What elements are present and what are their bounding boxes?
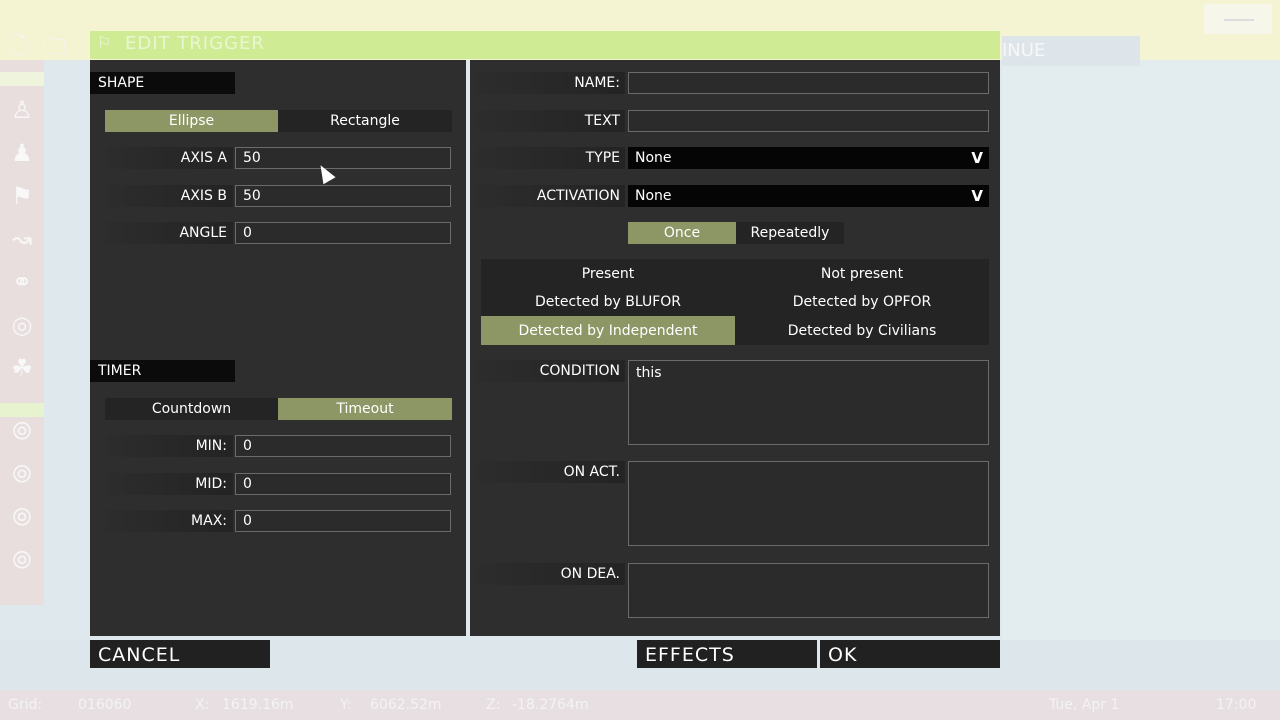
angle-label: ANGLE [179, 225, 227, 241]
timer-max-label: MAX: [191, 513, 227, 529]
condition-detected-independent[interactable]: Detected by Independent [481, 316, 735, 345]
text-input[interactable] [628, 110, 989, 132]
x-value: 1619.16m [222, 697, 294, 713]
timer-header: TIMER [90, 360, 235, 382]
modules-icon[interactable]: ⦾ [4, 495, 40, 538]
timer-min-label: MIN: [195, 438, 227, 454]
unit-icon[interactable]: ♙ [4, 88, 40, 131]
type-select-value: None [635, 150, 672, 166]
cancel-button[interactable]: CANCEL [90, 640, 270, 668]
on-act-label: ON ACT. [563, 464, 620, 480]
on-dea-label: ON DEA. [560, 566, 620, 582]
effects-button[interactable]: EFFECTS [637, 640, 817, 668]
status-bar: Grid: 016060 X: 1619.16m Y: 6062.52m Z: … [0, 690, 1280, 720]
chevron-down-icon: V [971, 187, 983, 205]
activation-label: ACTIVATION [536, 188, 620, 204]
axis-b-input[interactable]: 50 [235, 185, 451, 207]
grid-value: 016060 [78, 697, 132, 713]
timer-max-input[interactable]: 0 [235, 510, 451, 532]
ok-button[interactable]: OK [820, 640, 1000, 668]
editor-side-toolbar: ♙ ♟ ⚑ ↝ ⚭ ◎ ☘ ⦾ ⦾ ⦾ ⦾ [4, 88, 40, 581]
timer-mid-input[interactable]: 0 [235, 473, 451, 495]
marker-icon[interactable]: ◎ [4, 303, 40, 346]
waypoint-icon[interactable]: ↝ [4, 217, 40, 260]
grid-label: Grid: [8, 697, 43, 713]
condition-textarea[interactable]: this [628, 360, 989, 445]
modules-icon[interactable]: ⦾ [4, 538, 40, 581]
trigger-flag-icon[interactable]: ⚑ [4, 174, 40, 217]
z-value: -18.2764m [512, 697, 589, 713]
z-label: Z: [486, 697, 501, 713]
time-value: 17:00 [1216, 697, 1257, 713]
rectangle-option[interactable]: Rectangle [278, 110, 452, 132]
condition-not-present[interactable]: Not present [735, 259, 989, 288]
on-act-textarea[interactable] [628, 461, 989, 546]
axis-a-label: AXIS A [180, 150, 227, 166]
ellipse-option[interactable]: Ellipse [105, 110, 278, 132]
menu-button[interactable] [1204, 4, 1272, 34]
group-icon[interactable]: ♟ [4, 131, 40, 174]
repeatedly-option[interactable]: Repeatedly [736, 222, 844, 244]
once-option[interactable]: Once [628, 222, 736, 244]
name-label: NAME: [574, 75, 620, 91]
modules-icon[interactable]: ⦾ [4, 409, 40, 452]
file-toolbar: 🗋 🗀 [4, 32, 68, 64]
date-value: Tue, Apr 1 [1049, 697, 1120, 713]
activation-select-value: None [635, 188, 672, 204]
condition-detected-blufor[interactable]: Detected by BLUFOR [481, 288, 735, 316]
new-file-icon[interactable]: 🗋 [4, 32, 32, 64]
condition-detected-civilians[interactable]: Detected by Civilians [735, 316, 989, 345]
activation-select[interactable]: None V [628, 185, 989, 207]
menu-icon [1224, 19, 1254, 21]
timeout-option[interactable]: Timeout [278, 398, 452, 420]
timer-toggle: Countdown Timeout [105, 398, 452, 420]
type-label: TYPE [585, 150, 620, 166]
axis-b-label: AXIS B [180, 188, 227, 204]
timer-mid-label: MID: [195, 476, 227, 492]
type-select[interactable]: None V [628, 147, 989, 169]
map-background-band [0, 72, 44, 86]
modules-icon[interactable]: ⦾ [4, 452, 40, 495]
angle-input[interactable]: 0 [235, 222, 451, 244]
open-folder-icon[interactable]: 🗀 [40, 32, 68, 64]
flag-icon: ⚐ [97, 33, 112, 52]
condition-detected-opfor[interactable]: Detected by OPFOR [735, 288, 989, 316]
axis-a-input[interactable]: 50 [235, 147, 451, 169]
x-label: X: [195, 697, 210, 713]
chevron-down-icon: V [971, 149, 983, 167]
shape-header: SHAPE [90, 72, 235, 94]
map-background-right [1002, 60, 1280, 640]
on-dea-textarea[interactable] [628, 563, 989, 618]
text-label: TEXT [584, 113, 620, 129]
activation-condition-grid: Present Not present Detected by BLUFOR D… [481, 259, 989, 345]
shape-toggle: Ellipse Rectangle [105, 110, 452, 132]
y-value: 6062.52m [370, 697, 442, 713]
sync-link-icon[interactable]: ⚭ [4, 260, 40, 303]
condition-present[interactable]: Present [481, 259, 735, 288]
dialog-title: EDIT TRIGGER [125, 33, 265, 54]
name-input[interactable] [628, 72, 989, 94]
module-icon[interactable]: ☘ [4, 346, 40, 389]
continue-button[interactable]: INUE [1002, 36, 1140, 66]
countdown-option[interactable]: Countdown [105, 398, 278, 420]
repeat-toggle: Once Repeatedly [628, 222, 844, 244]
condition-label: CONDITION [539, 363, 620, 379]
timer-min-input[interactable]: 0 [235, 435, 451, 457]
y-label: Y: [340, 697, 352, 713]
